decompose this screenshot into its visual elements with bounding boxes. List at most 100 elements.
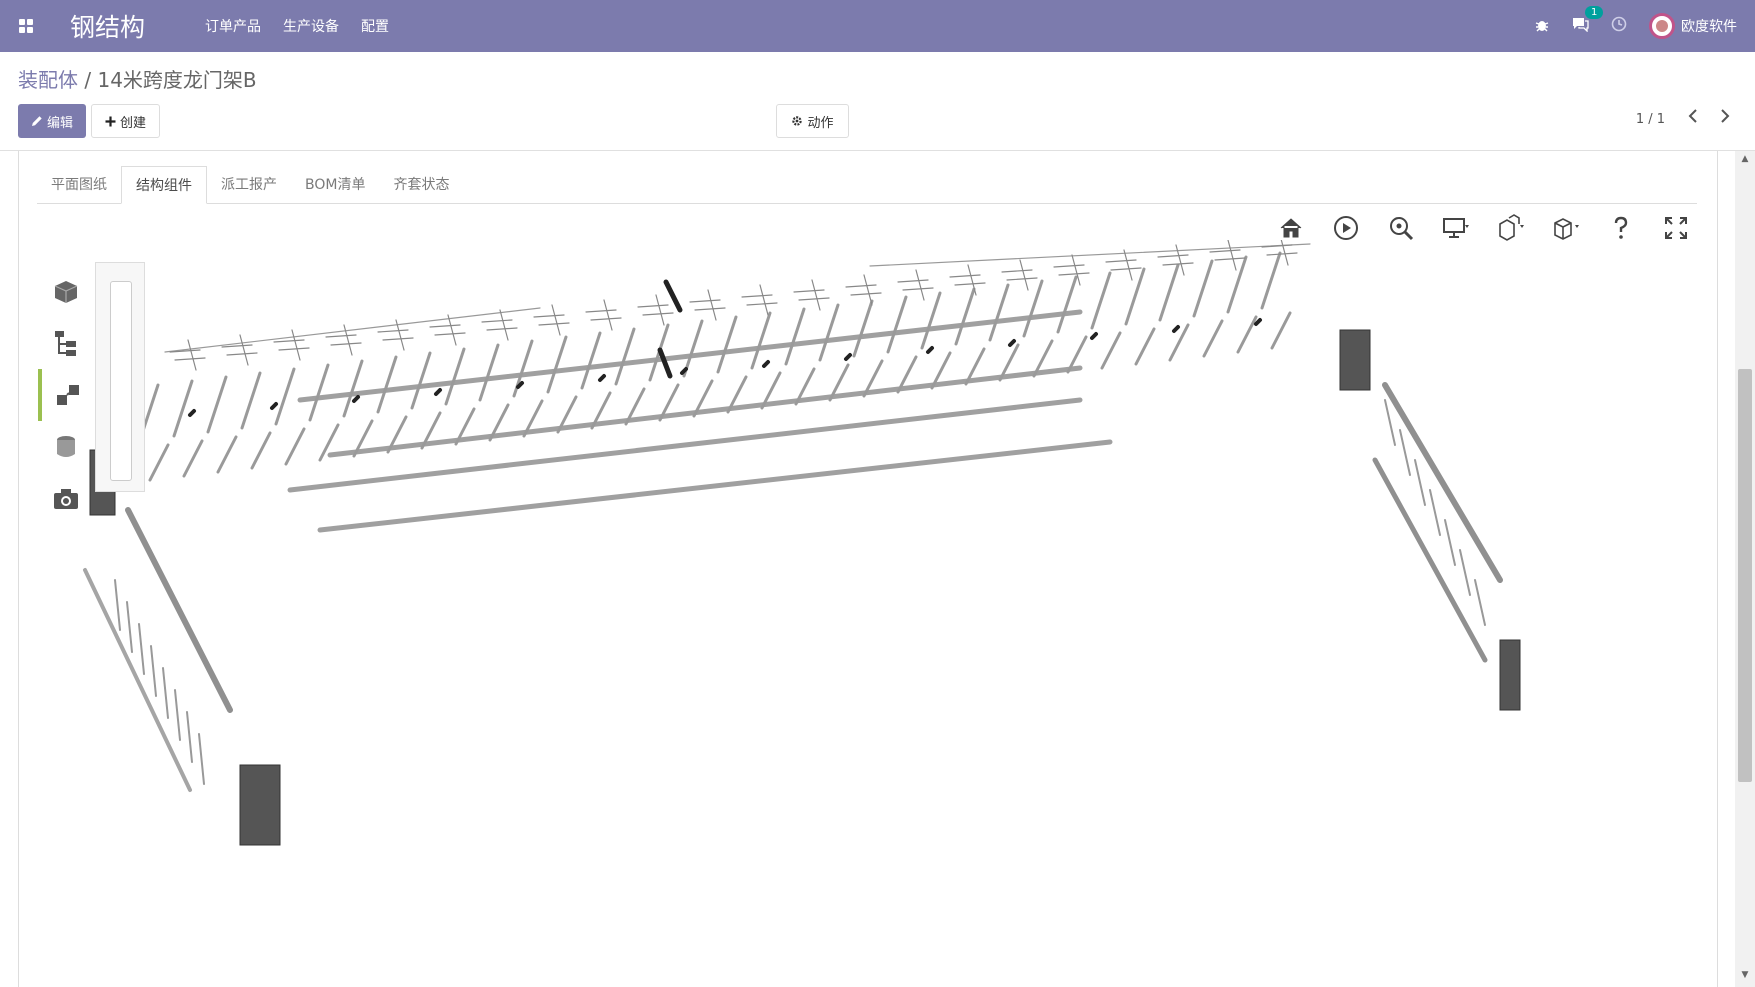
model-tree-icon[interactable] xyxy=(38,265,94,317)
top-plate xyxy=(746,302,778,306)
web-member xyxy=(886,295,908,354)
breadcrumb-parent[interactable]: 装配体 xyxy=(18,68,78,92)
edit-button[interactable]: 编辑 xyxy=(18,104,86,138)
3d-model-viewport[interactable] xyxy=(40,240,1700,970)
web-member xyxy=(1134,327,1156,366)
right-column-web xyxy=(1459,549,1471,596)
action-button[interactable]: 动作 xyxy=(776,104,849,138)
user-name[interactable]: 欧度软件 xyxy=(1681,16,1737,36)
action-button-label: 动作 xyxy=(807,115,834,131)
menu-item-order-products[interactable]: 订单产品 xyxy=(205,16,261,36)
fullscreen-icon[interactable] xyxy=(1648,210,1703,246)
top-plate xyxy=(694,307,726,311)
scroll-up-icon[interactable]: ▲ xyxy=(1735,154,1755,171)
top-plate xyxy=(330,342,362,346)
breadcrumb: 装配体 / 14米跨度龙门架B xyxy=(18,64,257,93)
top-plate xyxy=(1214,257,1246,261)
web-member xyxy=(818,303,840,362)
help-icon[interactable] xyxy=(1593,210,1648,246)
top-plate xyxy=(954,282,986,286)
web-member xyxy=(274,367,296,426)
top-plate xyxy=(499,309,509,341)
top-plate xyxy=(1006,277,1038,281)
play-icon[interactable] xyxy=(1318,210,1373,246)
scroll-thumb[interactable] xyxy=(1738,369,1752,782)
page-scrollbar[interactable]: ▲ ▼ xyxy=(1735,151,1755,987)
home-icon[interactable] xyxy=(1263,210,1318,246)
joint-marker xyxy=(516,381,524,389)
joint-marker xyxy=(1008,339,1016,347)
web-member xyxy=(954,287,976,346)
top-plate xyxy=(1001,269,1033,273)
structure-tree-icon[interactable] xyxy=(38,317,94,369)
top-plate xyxy=(741,294,773,298)
pager-previous-icon[interactable] xyxy=(1688,108,1698,127)
web-member xyxy=(716,315,738,374)
top-plate xyxy=(1110,267,1142,271)
tab-floor-plan[interactable]: 平面图纸 xyxy=(37,166,121,204)
web-member xyxy=(1270,311,1292,350)
joint-marker xyxy=(844,353,852,361)
top-plate xyxy=(486,327,518,331)
side-toolbar xyxy=(38,265,94,525)
explode-tool-icon[interactable] xyxy=(38,369,94,421)
menu-item-production-equipment[interactable]: 生产设备 xyxy=(283,16,339,36)
top-plate xyxy=(1123,249,1133,281)
view-cube-icon[interactable] xyxy=(1538,210,1593,246)
right-column-web xyxy=(1429,489,1441,536)
side-tool-slider[interactable] xyxy=(110,281,132,481)
zoom-fit-icon[interactable] xyxy=(1373,210,1428,246)
top-plate xyxy=(325,334,357,338)
top-plate xyxy=(1058,272,1090,276)
tab-structure-components[interactable]: 结构组件 xyxy=(121,166,207,204)
create-button[interactable]: 创建 xyxy=(91,104,160,138)
top-plate xyxy=(533,314,565,318)
joint-marker xyxy=(352,395,360,403)
top-plate xyxy=(603,299,613,331)
messages-icon[interactable]: 1 xyxy=(1571,6,1604,36)
tab-kitting-status[interactable]: 齐套状态 xyxy=(379,166,463,204)
pager-next-icon[interactable] xyxy=(1720,108,1730,127)
top-plate xyxy=(798,297,830,301)
web-member xyxy=(1022,279,1044,338)
web-member xyxy=(784,307,806,366)
camera-icon[interactable] xyxy=(38,473,94,525)
top-plate xyxy=(811,279,821,311)
right-column-web xyxy=(1414,459,1426,506)
top-navbar: 钢结构 订单产品 生产设备 配置 1 欧度软件 xyxy=(0,0,1755,52)
top-plate xyxy=(590,317,622,321)
apps-menu-icon[interactable] xyxy=(0,0,52,52)
top-plate xyxy=(538,322,570,326)
web-member xyxy=(182,439,204,478)
top-plate xyxy=(273,339,305,343)
app-brand[interactable]: 钢结构 xyxy=(70,8,145,44)
gear-icon xyxy=(792,116,803,126)
menu-item-configuration[interactable]: 配置 xyxy=(361,16,389,36)
tab-bom-list[interactable]: BOM清单 xyxy=(291,166,379,204)
tab-dispatch-report[interactable]: 派工报产 xyxy=(207,166,291,204)
pager-value[interactable]: 1 / 1 xyxy=(1636,112,1665,127)
debug-bug-icon[interactable] xyxy=(1535,17,1549,36)
section-tool-icon[interactable] xyxy=(38,421,94,473)
display-icon[interactable] xyxy=(1428,210,1483,246)
top-plate xyxy=(1227,240,1237,271)
top-plate xyxy=(707,289,717,321)
activity-clock-icon[interactable] xyxy=(1611,16,1627,36)
right-column-web xyxy=(1474,579,1486,626)
side-tool-panel xyxy=(95,262,145,492)
top-plate xyxy=(1019,259,1029,291)
right-column-web xyxy=(1399,429,1411,476)
explode-icon[interactable] xyxy=(1483,210,1538,246)
web-member xyxy=(1124,267,1146,326)
left-column-web xyxy=(150,645,157,697)
user-avatar[interactable] xyxy=(1649,13,1675,39)
top-plate xyxy=(1157,254,1189,258)
left-column-web xyxy=(114,579,121,631)
web-member xyxy=(1158,263,1180,322)
top-plate xyxy=(759,284,769,316)
right-column-web xyxy=(1444,519,1456,566)
top-plate xyxy=(850,292,882,296)
scroll-down-icon[interactable]: ▼ xyxy=(1735,970,1755,987)
joint-marker xyxy=(762,360,770,368)
top-plate xyxy=(187,339,197,371)
